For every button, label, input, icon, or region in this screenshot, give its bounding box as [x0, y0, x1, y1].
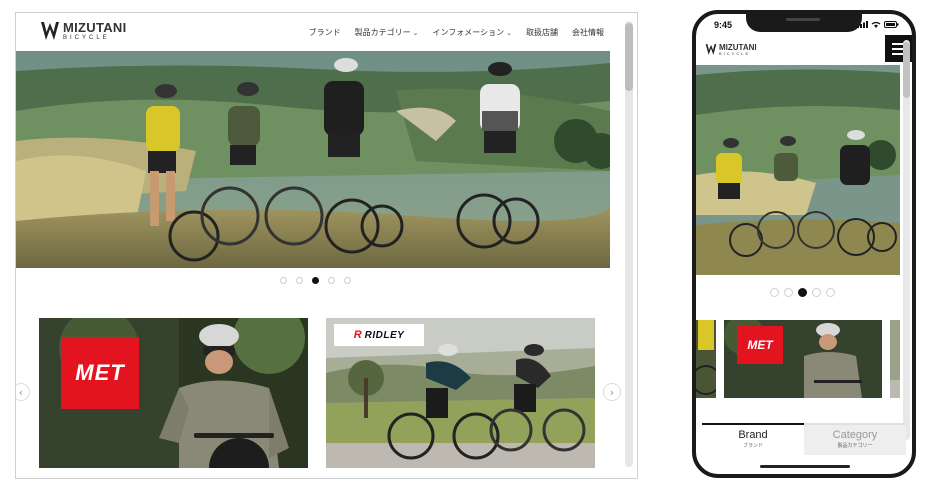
hero-slide-image[interactable] — [16, 51, 610, 268]
brand-card-ridley[interactable]: R RIDLEY — [326, 318, 595, 468]
nav-label: ブランド — [308, 28, 341, 37]
phone-slider-dot-2[interactable] — [784, 288, 793, 297]
slider-dot-1[interactable] — [280, 277, 287, 284]
nav-label: 製品カテゴリー — [354, 28, 411, 37]
peek-left-photo — [696, 320, 716, 398]
nav-item-category[interactable]: 製品カテゴリー ⌄ — [355, 27, 419, 38]
nav-label: 会社情報 — [572, 28, 604, 37]
phone-frame: 9:45 MIZUTANI BICYCLE MET Brand ブランド Cat… — [692, 10, 916, 478]
phone-met-logo-box: MET — [737, 326, 783, 364]
tab-category-label: Category — [832, 429, 878, 441]
tab-brand-sublabel: ブランド — [742, 443, 763, 449]
phone-slider-dot-5[interactable] — [826, 288, 835, 297]
peek-right-photo — [890, 320, 900, 398]
logo-w-icon — [41, 22, 59, 40]
phone-card-peek-left[interactable] — [696, 320, 716, 398]
phone-brand-card-met[interactable]: MET — [724, 320, 882, 398]
tab-category-sublabel: 製品カテゴリー — [837, 443, 873, 449]
met-logo-text: MET — [75, 360, 125, 385]
tab-brand-label: Brand — [738, 429, 768, 441]
nav-item-stores[interactable]: 取扱店舗 — [526, 27, 558, 38]
main-nav: ブランド 製品カテゴリー ⌄ インフォメーション ⌄ 取扱店舗 会社情報 — [309, 27, 604, 38]
wifi-icon — [871, 21, 881, 28]
phone-slider-dot-3[interactable] — [798, 288, 807, 297]
phone-notch — [746, 14, 862, 32]
phone-slider-dot-1[interactable] — [770, 288, 779, 297]
phone-met-logo-text: MET — [747, 338, 773, 352]
slider-dot-3[interactable] — [312, 277, 319, 284]
nav-item-information[interactable]: インフォメーション ⌄ — [433, 27, 512, 38]
phone-slider-pagination — [770, 288, 835, 297]
ridley-r-icon: R — [353, 329, 362, 341]
desktop-scrollbar[interactable] — [625, 21, 633, 467]
chevron-down-icon: ⌄ — [412, 29, 419, 37]
slider-dot-5[interactable] — [344, 277, 351, 284]
nav-label: インフォメーション — [432, 28, 505, 37]
phone-cyclists-photo — [696, 65, 900, 275]
phone-scrollbar-thumb[interactable] — [903, 42, 910, 98]
tab-category[interactable]: Category 製品カテゴリー — [804, 423, 906, 455]
slider-pagination — [280, 277, 351, 284]
logo-name: MIZUTANI — [63, 20, 127, 35]
chevron-left-icon: ‹ — [18, 385, 24, 399]
carousel-next-button[interactable]: › — [603, 383, 621, 401]
ridley-logo-text: RIDLEY — [364, 329, 405, 341]
status-icons — [857, 21, 899, 28]
battery-icon — [884, 21, 899, 28]
home-indicator[interactable] — [760, 465, 850, 468]
logo-w-icon — [705, 44, 717, 55]
site-logo[interactable]: MIZUTANI BICYCLE — [40, 20, 127, 42]
ridley-logo-box: R RIDLEY — [334, 324, 424, 346]
phone-logo-sub: BICYCLE — [719, 50, 751, 56]
nav-label: 取扱店舗 — [526, 28, 558, 37]
phone-card-peek-right[interactable] — [890, 320, 900, 398]
chevron-down-icon: ⌄ — [506, 29, 512, 37]
phone-slider-dot-4[interactable] — [812, 288, 821, 297]
met-logo-box: MET — [61, 337, 139, 409]
desktop-browser-frame: MIZUTANI BICYCLE ブランド 製品カテゴリー ⌄ インフォメーション… — [15, 12, 638, 479]
cyclists-photo — [16, 51, 610, 268]
phone-scrollbar[interactable] — [903, 40, 910, 440]
signal-icon — [857, 21, 868, 28]
chevron-right-icon: › — [609, 385, 615, 399]
phone-hero-slide-image[interactable] — [696, 65, 900, 275]
logo-sub: BICYCLE — [63, 35, 110, 41]
phone-bottom-tabs: Brand ブランド Category 製品カテゴリー — [702, 423, 906, 455]
slider-dot-4[interactable] — [328, 277, 335, 284]
status-time: 9:45 — [714, 20, 733, 30]
nav-item-brand[interactable]: ブランド — [309, 27, 341, 38]
scrollbar-thumb[interactable] — [625, 23, 633, 91]
phone-site-logo[interactable]: MIZUTANI BICYCLE — [705, 43, 757, 56]
slider-dot-2[interactable] — [296, 277, 303, 284]
carousel-prev-button[interactable]: ‹ — [16, 383, 30, 401]
speaker-grille — [786, 18, 820, 21]
nav-item-company[interactable]: 会社情報 — [572, 27, 604, 38]
tab-brand[interactable]: Brand ブランド — [702, 423, 804, 455]
brand-card-met[interactable]: MET — [39, 318, 308, 468]
